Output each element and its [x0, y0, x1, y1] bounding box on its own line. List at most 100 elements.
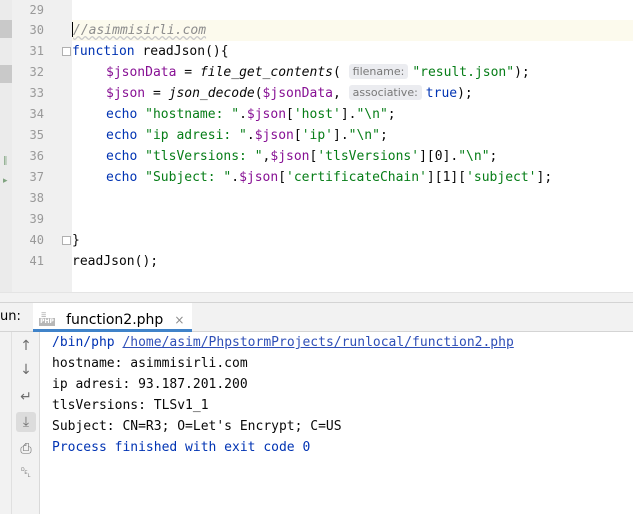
keyword: echo: [106, 128, 138, 143]
operator: .: [246, 128, 255, 143]
paren: (: [333, 65, 341, 80]
semicolon: ;: [387, 107, 396, 122]
line-number: 30: [29, 23, 44, 37]
run-tab-label: function2.php: [66, 312, 164, 328]
paren: );: [457, 86, 473, 101]
code-line: }: [72, 230, 633, 251]
trash-icon[interactable]: ␡: [16, 463, 36, 483]
semicolon: ;: [489, 149, 498, 164]
code-line: $json = json_decode($jsonData, associati…: [72, 83, 633, 104]
variable: $json: [246, 107, 287, 122]
down-arrow-icon[interactable]: ↓: [16, 360, 36, 380]
string: 'ip': [301, 128, 333, 143]
command-prefix: /bin/php: [52, 335, 123, 350]
operator: .: [231, 170, 240, 185]
line-number: 32: [29, 65, 44, 79]
paren: );: [514, 65, 530, 80]
code-line: readJson();: [72, 251, 633, 272]
string: "tlsVersions: ": [137, 149, 263, 164]
parameter-hint: associative:: [348, 85, 422, 100]
line-number-gutter: 29 30 31 32 33 34 35 36 37 38 39 40 41: [12, 0, 72, 292]
comma: ,: [333, 86, 349, 101]
close-tab-icon[interactable]: ×: [174, 313, 184, 327]
string: "hostname: ": [137, 107, 240, 122]
code-line: function readJson(){: [72, 41, 633, 62]
fold-marker[interactable]: [62, 47, 71, 56]
fold-marker[interactable]: [62, 236, 71, 245]
code-line: echo "hostname: ".$json['host']."\n";: [72, 104, 633, 125]
variable: $jsonData: [262, 86, 333, 101]
code-editor[interactable]: ‖ ▸ 29 30 31 32 33 34 35 36 37 38 39 40 …: [0, 0, 633, 292]
script-path-link[interactable]: /home/asim/PhpstormProjects/runlocal/fun…: [122, 335, 513, 350]
line-number: 29: [29, 3, 44, 17]
console-output-line: ip adresi: 93.187.201.200: [52, 377, 248, 392]
operator: =: [145, 86, 169, 101]
line-number: 36: [29, 149, 44, 163]
line-number: 39: [29, 212, 44, 226]
run-tab[interactable]: ☰ PHP function2.php ×: [33, 303, 193, 332]
scroll-to-end-icon[interactable]: ⤓: [16, 412, 36, 432]
operator: .: [239, 107, 247, 122]
bracket: [: [278, 170, 287, 185]
expand-icon[interactable]: ▸: [3, 176, 8, 186]
function-call: file_get_contents: [199, 65, 333, 80]
string: "\n": [458, 149, 490, 164]
console-output-line: Subject: CN=R3; O=Let's Encrypt; C=US: [52, 419, 342, 434]
parameter-hint: filename:: [348, 64, 409, 79]
line-number: 37: [29, 170, 44, 184]
line-number: 40: [29, 233, 44, 247]
semicolon: ;: [544, 170, 553, 185]
bracket: ][0]: [419, 149, 451, 164]
string: "\n": [348, 128, 380, 143]
variable: $json: [270, 149, 310, 164]
string: "result.json": [412, 65, 515, 80]
bracket: ]: [340, 107, 349, 122]
structure-icon[interactable]: ‖: [3, 156, 8, 166]
string: 'subject': [466, 170, 537, 185]
keyword: function: [72, 44, 135, 59]
bracket: [: [286, 107, 294, 122]
soft-wrap-icon[interactable]: ↵: [16, 387, 36, 407]
keyword: echo: [106, 149, 138, 164]
keyword: echo: [106, 170, 138, 185]
up-arrow-icon[interactable]: ↑: [16, 336, 36, 356]
php-icon-label: PHP: [39, 318, 55, 326]
php-file-icon: ☰ PHP: [39, 312, 55, 326]
line-number: 38: [29, 191, 44, 205]
paren: (: [254, 86, 263, 101]
string: "ip adresi: ": [137, 128, 247, 143]
string: 'tlsVersions': [317, 149, 420, 164]
function-call: readJson();: [72, 254, 159, 269]
operator: .: [340, 128, 349, 143]
run-toolbar: ↑ ↓ ↵ ⤓ ⎙ ␡: [12, 332, 40, 514]
code-line: $jsonData = file_get_contents( filename:…: [72, 62, 633, 83]
bracket: ]: [333, 128, 341, 143]
run-console-output[interactable]: /bin/php /home/asim/PhpstormProjects/run…: [40, 332, 633, 514]
variable: $json: [239, 170, 279, 185]
left-tool-strip: ‖ ▸: [0, 0, 12, 292]
string: "\n": [356, 107, 388, 122]
string: 'host': [293, 107, 341, 122]
run-tool-window-header: un: ☰ PHP function2.php ×: [0, 302, 633, 332]
function-call: json_decode: [168, 86, 255, 101]
semicolon: ;: [379, 128, 388, 143]
line-number: 34: [29, 107, 44, 121]
line-number: 41: [29, 254, 44, 268]
line-number: 35: [29, 128, 44, 142]
console-output-line: hostname: asimmisirli.com: [52, 356, 248, 371]
code-area[interactable]: //asimmisirli.com function readJson(){ $…: [72, 0, 633, 292]
code-line: echo "ip adresi: ".$json['ip']."\n";: [72, 125, 633, 146]
function-name: readJson(){: [134, 44, 229, 59]
print-icon[interactable]: ⎙: [16, 439, 36, 459]
variable: $json: [254, 128, 294, 143]
horizontal-scrollbar[interactable]: [0, 292, 633, 302]
keyword: echo: [106, 107, 138, 122]
bracket: ][1][: [426, 170, 467, 185]
operator: =: [176, 65, 200, 80]
string: 'certificateChain': [286, 170, 427, 185]
variable: $json: [106, 86, 146, 101]
code-line: echo "Subject: ".$json['certificateChain…: [72, 167, 633, 188]
variable: $jsonData: [106, 65, 177, 80]
